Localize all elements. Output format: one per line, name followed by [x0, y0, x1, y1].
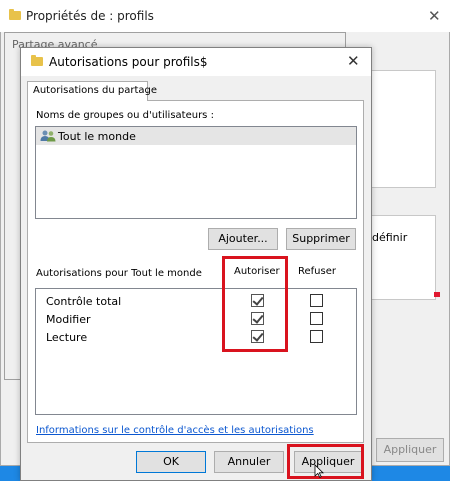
column-deny: Refuser: [298, 266, 336, 277]
groups-label: Noms de groupes ou d'utilisateurs :: [36, 110, 214, 121]
folder-icon: [9, 9, 21, 20]
background-panel: [372, 215, 436, 300]
background-red-marker: [434, 292, 440, 297]
dialog-title: Autorisations pour profils$: [49, 55, 208, 69]
deny-checkbox-full-control[interactable]: [310, 294, 323, 307]
close-icon[interactable]: ✕: [428, 7, 441, 25]
permission-name: Contrôle total: [46, 295, 122, 308]
add-button[interactable]: Ajouter...: [208, 228, 278, 250]
allow-column-highlight: [222, 256, 288, 352]
cancel-button[interactable]: Annuler: [214, 451, 284, 473]
background-partial-text: définir: [372, 231, 408, 244]
folder-icon: [31, 55, 43, 66]
apply-button-highlight: [287, 444, 364, 479]
users-icon: [40, 130, 56, 142]
permission-name: Modifier: [46, 313, 91, 326]
deny-checkbox-modify[interactable]: [310, 312, 323, 325]
background-panel: [372, 70, 436, 188]
close-icon[interactable]: ✕: [347, 52, 360, 70]
ok-button[interactable]: OK: [136, 451, 206, 473]
remove-button[interactable]: Supprimer: [286, 228, 356, 250]
tab-share-permissions[interactable]: Autorisations du partage: [27, 81, 157, 101]
permissions-label: Autorisations pour Tout le monde: [36, 268, 202, 279]
background-apply-button[interactable]: Appliquer: [376, 438, 444, 462]
deny-checkbox-read[interactable]: [310, 330, 323, 343]
group-name: Tout le monde: [58, 130, 136, 143]
background-window-title: Propriétés de : profils: [26, 9, 154, 23]
mouse-cursor-icon: [314, 464, 324, 478]
permission-name: Lecture: [46, 331, 88, 344]
access-control-info-link[interactable]: Informations sur le contrôle d'accès et …: [36, 425, 314, 436]
